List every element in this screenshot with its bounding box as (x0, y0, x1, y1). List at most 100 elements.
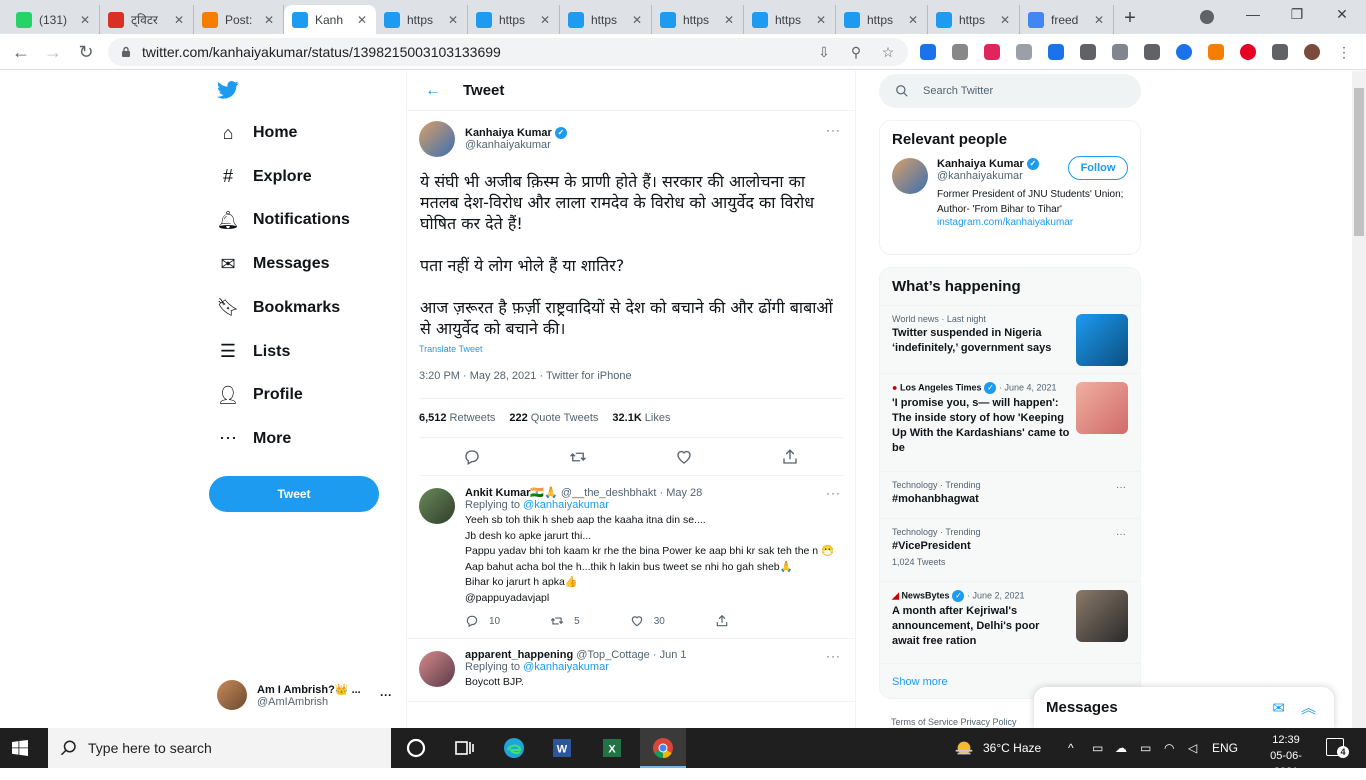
avatar[interactable] (419, 121, 455, 157)
camera-icon[interactable] (1016, 44, 1032, 60)
close-tab-icon[interactable]: ✕ (999, 13, 1011, 27)
reply-button[interactable]: 10 (465, 614, 500, 628)
more-dots-icon[interactable]: ··· (1116, 529, 1126, 540)
battery-icon[interactable]: ▭ (1140, 741, 1151, 755)
close-tab-icon[interactable]: ✕ (539, 13, 551, 27)
more-dots-icon[interactable]: ··· (1116, 482, 1126, 493)
share-icon[interactable] (781, 448, 799, 466)
close-tab-icon[interactable]: ✕ (1093, 13, 1105, 27)
browser-tab[interactable]: https ✕ (376, 5, 468, 34)
messages-dock[interactable]: Messages ✉ ︽ (1034, 687, 1334, 728)
quotes-label[interactable]: Quote Tweets (531, 412, 599, 424)
nav-item-notifications[interactable]: 🔔︎ Notifications (217, 206, 350, 234)
browser-tab[interactable]: freed ✕ (1020, 5, 1114, 34)
close-tab-icon[interactable]: ✕ (79, 13, 91, 27)
weather-text[interactable]: 36°C Haze (983, 741, 1041, 755)
extension-icon[interactable] (920, 44, 936, 60)
puzzle-icon[interactable] (1272, 44, 1288, 60)
excel-icon[interactable]: X (600, 736, 624, 760)
reload-icon[interactable]: ↻ (74, 40, 98, 64)
profile-avatar[interactable] (1304, 44, 1320, 60)
nav-item-bookmarks[interactable]: 🔖︎ Bookmarks (217, 294, 341, 322)
browser-tab[interactable]: (131) ✕ (8, 5, 100, 34)
account-switcher[interactable]: Am I Ambrish?👑 ... @AmIAmbrish ··· (217, 677, 392, 713)
close-tab-icon[interactable]: ✕ (263, 13, 275, 27)
close-tab-icon[interactable]: ✕ (447, 13, 459, 27)
expand-icon[interactable]: ︽ (1301, 697, 1316, 718)
translate-link[interactable]: Translate Tweet (419, 344, 843, 354)
device-icon[interactable]: ▭ (1092, 741, 1103, 755)
extension-icon[interactable] (1144, 44, 1160, 60)
reply-author-name[interactable]: apparent_happening (465, 649, 573, 661)
nav-item-lists[interactable]: ☰ Lists (217, 338, 290, 366)
volume-icon[interactable]: ◁ (1188, 741, 1197, 755)
show-hidden-icons-icon[interactable]: ^ (1068, 741, 1074, 755)
author-name[interactable]: Kanhaiya Kumar (465, 127, 552, 139)
browser-tab[interactable]: https ✕ (652, 5, 744, 34)
browser-tab[interactable]: https ✕ (744, 5, 836, 34)
reply-tweet[interactable]: ··· Ankit Kumar🇮🇳🙏 @__the_deshbhakt · Ma… (407, 476, 855, 639)
like-icon[interactable] (675, 448, 693, 466)
taskbar-search[interactable]: Type here to search (48, 728, 391, 768)
reply-tweet[interactable]: ··· apparent_happening @Top_Cottage · Ju… (407, 639, 855, 702)
more-dots-icon[interactable]: ··· (826, 649, 841, 663)
extension-icon[interactable] (1080, 44, 1096, 60)
word-icon[interactable]: W (550, 736, 574, 760)
browser-tab[interactable]: Post: ✕ (194, 5, 284, 34)
nav-item-messages[interactable]: ✉ Messages (217, 250, 329, 278)
retweets-label[interactable]: Retweets (450, 412, 496, 424)
avatar[interactable] (419, 488, 455, 524)
cloud-icon[interactable]: ☁ (1115, 741, 1127, 755)
footer-links[interactable]: Terms of Service Privacy Policy (891, 717, 1017, 727)
extension-a-icon[interactable] (984, 44, 1000, 60)
weather-haze-icon[interactable] (953, 737, 975, 759)
follow-button[interactable]: Follow (1068, 156, 1128, 180)
back-icon[interactable]: ← (9, 40, 33, 64)
close-tab-icon[interactable]: ✕ (356, 13, 368, 27)
replying-to-link[interactable]: @kanhaiyakumar (523, 499, 609, 511)
person-name[interactable]: Kanhaiya Kumar (937, 158, 1024, 170)
close-tab-icon[interactable]: ✕ (173, 13, 185, 27)
new-tab-button[interactable]: + (1120, 7, 1140, 30)
browser-tab[interactable]: https ✕ (560, 5, 652, 34)
clock[interactable]: 12:39 05-06-2021 (1264, 732, 1308, 780)
tweet-timestamp[interactable]: 3:20 PM · May 28, 2021 · Twitter for iPh… (419, 370, 843, 388)
extension-icon[interactable] (1176, 44, 1192, 60)
scrollbar-thumb[interactable] (1354, 88, 1364, 236)
trend-item[interactable]: Technology · Trending #VicePresident 1,0… (880, 518, 1140, 581)
restore-icon[interactable]: ❐ (1287, 6, 1307, 23)
close-tab-icon[interactable]: ✕ (815, 13, 827, 27)
nav-item-home[interactable]: ⌂ Home (217, 119, 298, 147)
close-tab-icon[interactable]: ✕ (631, 13, 643, 27)
browser-tab[interactable]: https ✕ (928, 5, 1020, 34)
browser-tab[interactable]: https ✕ (468, 5, 560, 34)
pinterest-icon[interactable] (1240, 44, 1256, 60)
browser-menu-icon[interactable]: ⋮ (1336, 44, 1352, 60)
task-view-icon[interactable] (452, 736, 476, 760)
skype-icon[interactable] (952, 44, 968, 60)
address-bar[interactable]: twitter.com/kanhaiyakumar/status/1398215… (108, 38, 908, 66)
reply-author-name[interactable]: Ankit Kumar🇮🇳🙏 (465, 487, 558, 499)
more-dots-icon[interactable]: ··· (826, 123, 841, 137)
bookmark-star-icon[interactable]: ☆ (880, 44, 896, 60)
windows-start-icon[interactable] (12, 740, 28, 756)
close-tab-icon[interactable]: ✕ (907, 13, 919, 27)
zoom-icon[interactable]: ⚲ (848, 44, 864, 60)
search-input[interactable]: Search Twitter (879, 74, 1141, 108)
like-count[interactable]: 32.1K (612, 412, 641, 424)
trend-item[interactable]: Technology · Trending #mohanbhagwat ··· (880, 471, 1140, 518)
edge-icon[interactable] (502, 736, 526, 760)
quote-count[interactable]: 222 (509, 412, 527, 424)
trend-item[interactable]: World news · Last night Twitter suspende… (880, 305, 1140, 373)
browser-tab[interactable]: ट्विटर ✕ (100, 5, 194, 34)
like-button[interactable]: 30 (630, 614, 665, 628)
nav-item-more[interactable]: ⋯ More (217, 425, 291, 453)
retweet-button[interactable]: 5 (550, 614, 580, 628)
forward-icon[interactable]: → (41, 40, 65, 64)
browser-tab[interactable]: https ✕ (836, 5, 928, 34)
language-indicator[interactable]: ENG (1212, 741, 1238, 755)
retweet-icon[interactable] (569, 448, 587, 466)
extension-icon[interactable] (1112, 44, 1128, 60)
cortana-icon[interactable] (404, 736, 428, 760)
close-window-icon[interactable]: ✕ (1332, 6, 1352, 23)
